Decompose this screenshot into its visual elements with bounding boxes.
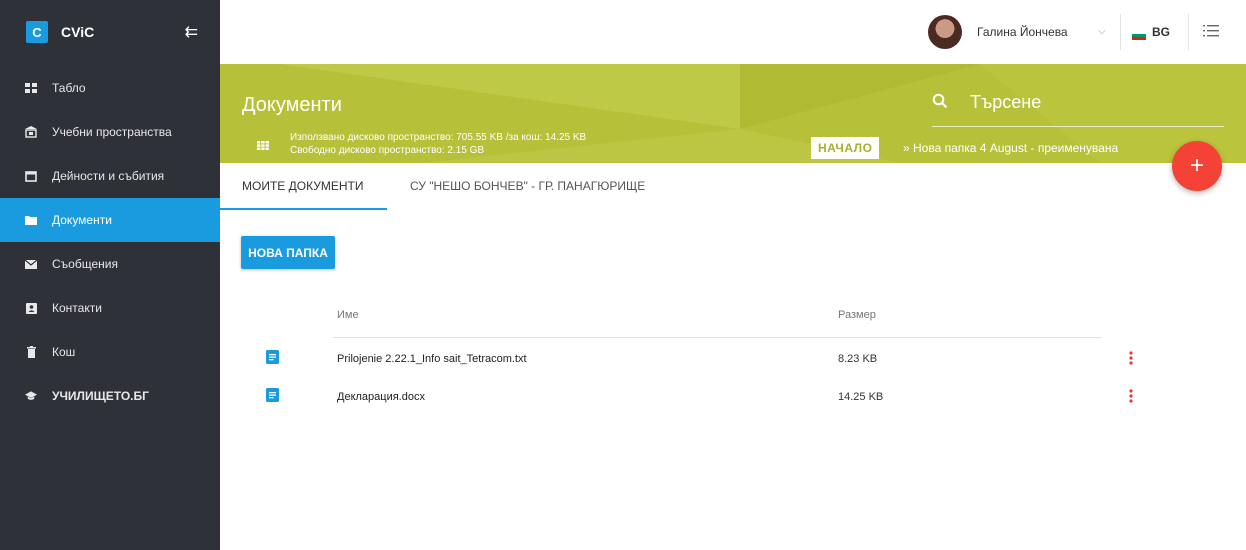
bulgarian-flag-icon[interactable] xyxy=(1132,31,1146,40)
search-input[interactable] xyxy=(970,92,1220,113)
search-underline xyxy=(932,126,1224,127)
building-icon xyxy=(25,126,37,138)
sidebar-item-messages[interactable]: Съобщения xyxy=(0,242,220,286)
storage-used: Използвано дисково пространство: 705.55 … xyxy=(290,132,587,143)
sidebar: C CViC ⇇ Табло Учебни пространства Дейно… xyxy=(0,0,220,550)
sidebar-item-label: Кош xyxy=(52,345,76,359)
sidebar-item-school-bg[interactable]: УЧИЛИЩЕТО.БГ xyxy=(0,374,220,418)
sidebar-item-label: УЧИЛИЩЕТО.БГ xyxy=(52,389,149,403)
language-selector[interactable]: BG xyxy=(1152,25,1170,39)
sidebar-item-label: Документи xyxy=(52,213,112,227)
sidebar-item-label: Дейности и събития xyxy=(52,169,165,183)
brand-badge: C xyxy=(26,21,48,43)
column-header-size[interactable]: Размер xyxy=(838,309,876,321)
sidebar-item-label: Контакти xyxy=(52,301,102,315)
tab-school-documents[interactable]: СУ "НЕШО БОНЧЕВ" - ГР. ПАНАГЮРИЩЕ xyxy=(410,179,645,193)
file-name[interactable]: Prilojenie 2.22.1_Info sait_Tetracom.txt xyxy=(337,353,527,365)
calendar-icon xyxy=(25,170,37,182)
list-menu-icon[interactable] xyxy=(1203,24,1219,38)
sidebar-nav: Табло Учебни пространства Дейности и съб… xyxy=(0,66,220,418)
mail-icon xyxy=(25,258,37,270)
more-options-icon[interactable] xyxy=(1129,350,1133,366)
collapse-sidebar-icon[interactable]: ⇇ xyxy=(185,22,198,42)
sidebar-item-learning-spaces[interactable]: Учебни пространства xyxy=(0,110,220,154)
user-name[interactable]: Галина Йончева xyxy=(977,25,1068,39)
avatar[interactable] xyxy=(928,15,962,49)
divider xyxy=(1120,14,1121,50)
documents-banner: Документи Използвано дисково пространств… xyxy=(220,64,1246,163)
sidebar-item-label: Табло xyxy=(52,81,86,95)
header-divider xyxy=(333,337,1101,338)
contact-card-icon xyxy=(25,302,37,314)
table-row[interactable]: Декларация.docx 14.25 KB xyxy=(260,388,1160,424)
search-icon[interactable] xyxy=(932,93,948,109)
sidebar-item-trash[interactable]: Кош xyxy=(0,330,220,374)
dashboard-icon xyxy=(25,82,37,94)
more-options-icon[interactable] xyxy=(1129,388,1133,404)
app-root: C CViC ⇇ Табло Учебни пространства Дейно… xyxy=(0,0,1246,550)
top-bar: Галина Йончева ⌵ BG xyxy=(220,0,1246,64)
active-tab-indicator xyxy=(220,208,387,210)
breadcrumb-current: » Нова папка 4 August - преименувана xyxy=(903,141,1119,155)
file-name[interactable]: Декларация.docx xyxy=(337,391,425,403)
storage-usage: Използвано дисково пространство: 705.55 … xyxy=(290,131,586,157)
file-size: 8.23 KB xyxy=(838,353,878,365)
breadcrumb-home[interactable]: НАЧАЛО xyxy=(811,137,880,159)
graduation-cap-icon xyxy=(25,390,37,402)
column-header-name[interactable]: Име xyxy=(337,309,359,321)
add-fab-button[interactable]: + xyxy=(1172,141,1222,191)
document-icon xyxy=(266,350,279,364)
tab-my-documents[interactable]: МОИТЕ ДОКУМЕНТИ xyxy=(242,179,363,193)
divider xyxy=(1188,14,1189,50)
file-size: 14.25 KB xyxy=(838,391,884,403)
table-row[interactable]: Prilojenie 2.22.1_Info sait_Tetracom.txt… xyxy=(260,350,1160,386)
sidebar-item-contacts[interactable]: Контакти xyxy=(0,286,220,330)
document-tabs: МОИТЕ ДОКУМЕНТИ СУ "НЕШО БОНЧЕВ" - ГР. П… xyxy=(220,163,1246,210)
chevron-down-icon[interactable]: ⌵ xyxy=(1098,26,1106,37)
storage-grid-icon xyxy=(257,137,269,150)
document-icon xyxy=(266,388,279,402)
sidebar-item-label: Учебни пространства xyxy=(52,125,172,139)
brand: C CViC ⇇ xyxy=(0,0,220,64)
page-title: Документи xyxy=(242,94,342,116)
sidebar-item-dashboard[interactable]: Табло xyxy=(0,66,220,110)
sidebar-item-label: Съобщения xyxy=(52,257,118,271)
new-folder-button[interactable]: НОВА ПАПКА xyxy=(241,236,335,269)
brand-name: CViC xyxy=(61,24,95,40)
sidebar-item-documents[interactable]: Документи xyxy=(0,198,220,242)
folder-icon xyxy=(25,214,37,226)
sidebar-item-activities[interactable]: Дейности и събития xyxy=(0,154,220,198)
storage-free: Свободно дисково пространство: 2.15 GB xyxy=(290,145,485,156)
trash-icon xyxy=(25,346,37,358)
